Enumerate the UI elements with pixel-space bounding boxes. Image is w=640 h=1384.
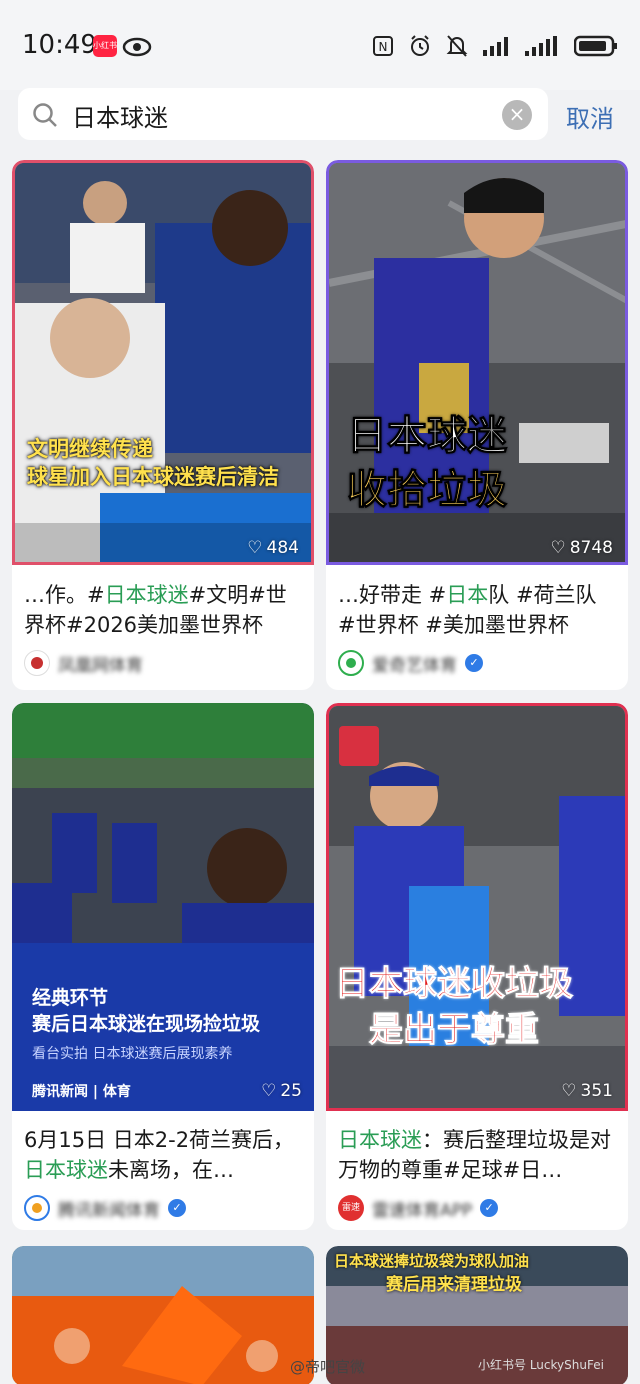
likes-count: ♡ 484 <box>247 538 299 558</box>
status-time: 10:49 <box>22 30 97 60</box>
heart-icon: ♡ <box>261 1081 277 1101</box>
verified-icon: ✓ <box>168 1199 186 1217</box>
eye-icon <box>122 36 152 62</box>
heart-icon: ♡ <box>550 538 566 558</box>
result-card[interactable]: 文明继续传递 球星加入日本球迷赛后清洁 ♡ 484 …作。#日本球迷#文明#世界杯… <box>12 160 314 690</box>
author-name: 爱奇艺体育 <box>372 655 457 676</box>
search-input[interactable]: 日本球迷 <box>72 98 168 133</box>
card-author[interactable]: 凤凰网体育 <box>24 650 143 676</box>
nfc-icon: N <box>372 35 394 61</box>
card-thumbnail: 日本球迷收垃圾 是出于尊重 ♡ 351 <box>326 703 628 1111</box>
svg-text:N: N <box>379 40 388 54</box>
avatar <box>24 650 50 676</box>
alarm-icon <box>408 34 432 62</box>
clear-search-icon[interactable]: × <box>502 100 532 130</box>
app-badge: 小红书 <box>93 35 117 57</box>
result-card[interactable]: 日本球迷收垃圾 是出于尊重 ♡ 351 日本球迷：赛后整理垃圾是对万物的尊重#足球… <box>326 703 628 1230</box>
overlay-caption-line2: 是出于尊重 <box>369 1010 540 1051</box>
verified-icon: ✓ <box>465 654 483 672</box>
overlay-caption-line1: 日本球迷 <box>347 413 508 460</box>
likes-count: ♡ 8748 <box>550 538 613 558</box>
overlay-caption-line2: 球星加入日本球迷赛后清洁 <box>27 465 279 489</box>
overlay-caption-line3: 看台实拍 日本球迷赛后展现素养 <box>32 1046 233 1062</box>
author-name: 雷速体育APP <box>372 1200 473 1221</box>
cancel-button[interactable]: 取消 <box>566 99 614 134</box>
avatar <box>24 1195 50 1221</box>
overlay-caption-line1: 日本球迷收垃圾 <box>335 964 574 1005</box>
card-title[interactable]: …作。#日本球迷#文明#世界杯#2026美加墨世界杯 <box>24 580 304 640</box>
likes-count: ♡ 25 <box>261 1081 302 1101</box>
overlay-caption-line2: 赛后用来清理垃圾 <box>386 1275 522 1295</box>
result-card[interactable] <box>12 1246 314 1384</box>
heart-icon: ♡ <box>247 538 263 558</box>
mute-icon <box>446 34 468 62</box>
card-author[interactable]: 腾讯新闻体育 ✓ <box>24 1195 186 1221</box>
author-name: 腾讯新闻体育 <box>58 1200 160 1221</box>
search-bar[interactable]: 日本球迷 × <box>18 88 548 140</box>
card-thumbnail: 经典环节 赛后日本球迷在现场捡垃圾 看台实拍 日本球迷赛后展现素养 腾讯新闻 |… <box>12 703 314 1111</box>
verified-icon: ✓ <box>480 1199 499 1217</box>
card-thumbnail <box>12 1246 314 1384</box>
search-icon <box>32 102 58 132</box>
wifi-speed-icon <box>524 36 560 60</box>
card-title[interactable]: …好带走 #日本队 #荷兰队 #世界杯 #美加墨世界杯 <box>338 580 618 640</box>
card-thumbnail: 文明继续传递 球星加入日本球迷赛后清洁 ♡ 484 <box>12 160 314 565</box>
card-title[interactable]: 6月15日 日本2-2荷兰赛后，日本球迷未离场，在… <box>24 1125 304 1185</box>
overlay-caption-line1: 日本球迷捧垃圾袋为球队加油 <box>334 1252 530 1270</box>
overlay-caption-line1: 经典环节 <box>32 987 109 1009</box>
overlay-caption-line1: 文明继续传递 <box>27 437 153 461</box>
avatar <box>338 650 364 676</box>
overlay-brand: 腾讯新闻 | 体育 <box>32 1084 131 1100</box>
watermark-small: 小红书号 LuckyShuFei <box>478 1358 604 1372</box>
likes-count: ♡ 351 <box>561 1081 613 1101</box>
author-name: 凤凰网体育 <box>58 655 143 676</box>
battery-icon <box>573 35 618 61</box>
card-author[interactable]: 雷速 雷速体育APP ✓ <box>338 1195 499 1221</box>
signal-icon <box>482 36 510 60</box>
overlay-caption-line2: 赛后日本球迷在现场捡垃圾 <box>32 1013 261 1035</box>
result-card[interactable]: 日本球迷 收拾垃圾 ♡ 8748 …好带走 #日本队 #荷兰队 #世界杯 #美加墨… <box>326 160 628 690</box>
avatar: 雷速 <box>338 1195 364 1221</box>
status-bar: 10:49 小红书 N <box>0 0 640 90</box>
card-author[interactable]: 爱奇艺体育 ✓ <box>338 650 483 676</box>
card-thumbnail: 日本球迷 收拾垃圾 ♡ 8748 <box>326 160 628 565</box>
result-card[interactable]: 经典环节 赛后日本球迷在现场捡垃圾 看台实拍 日本球迷赛后展现素养 腾讯新闻 |… <box>12 703 314 1230</box>
heart-icon: ♡ <box>561 1081 577 1101</box>
card-title[interactable]: 日本球迷：赛后整理垃圾是对万物的尊重#足球#日… <box>338 1125 618 1185</box>
overlay-caption-line2: 收拾垃圾 <box>347 467 508 514</box>
watermark: @帝吧官微 <box>290 1358 366 1376</box>
